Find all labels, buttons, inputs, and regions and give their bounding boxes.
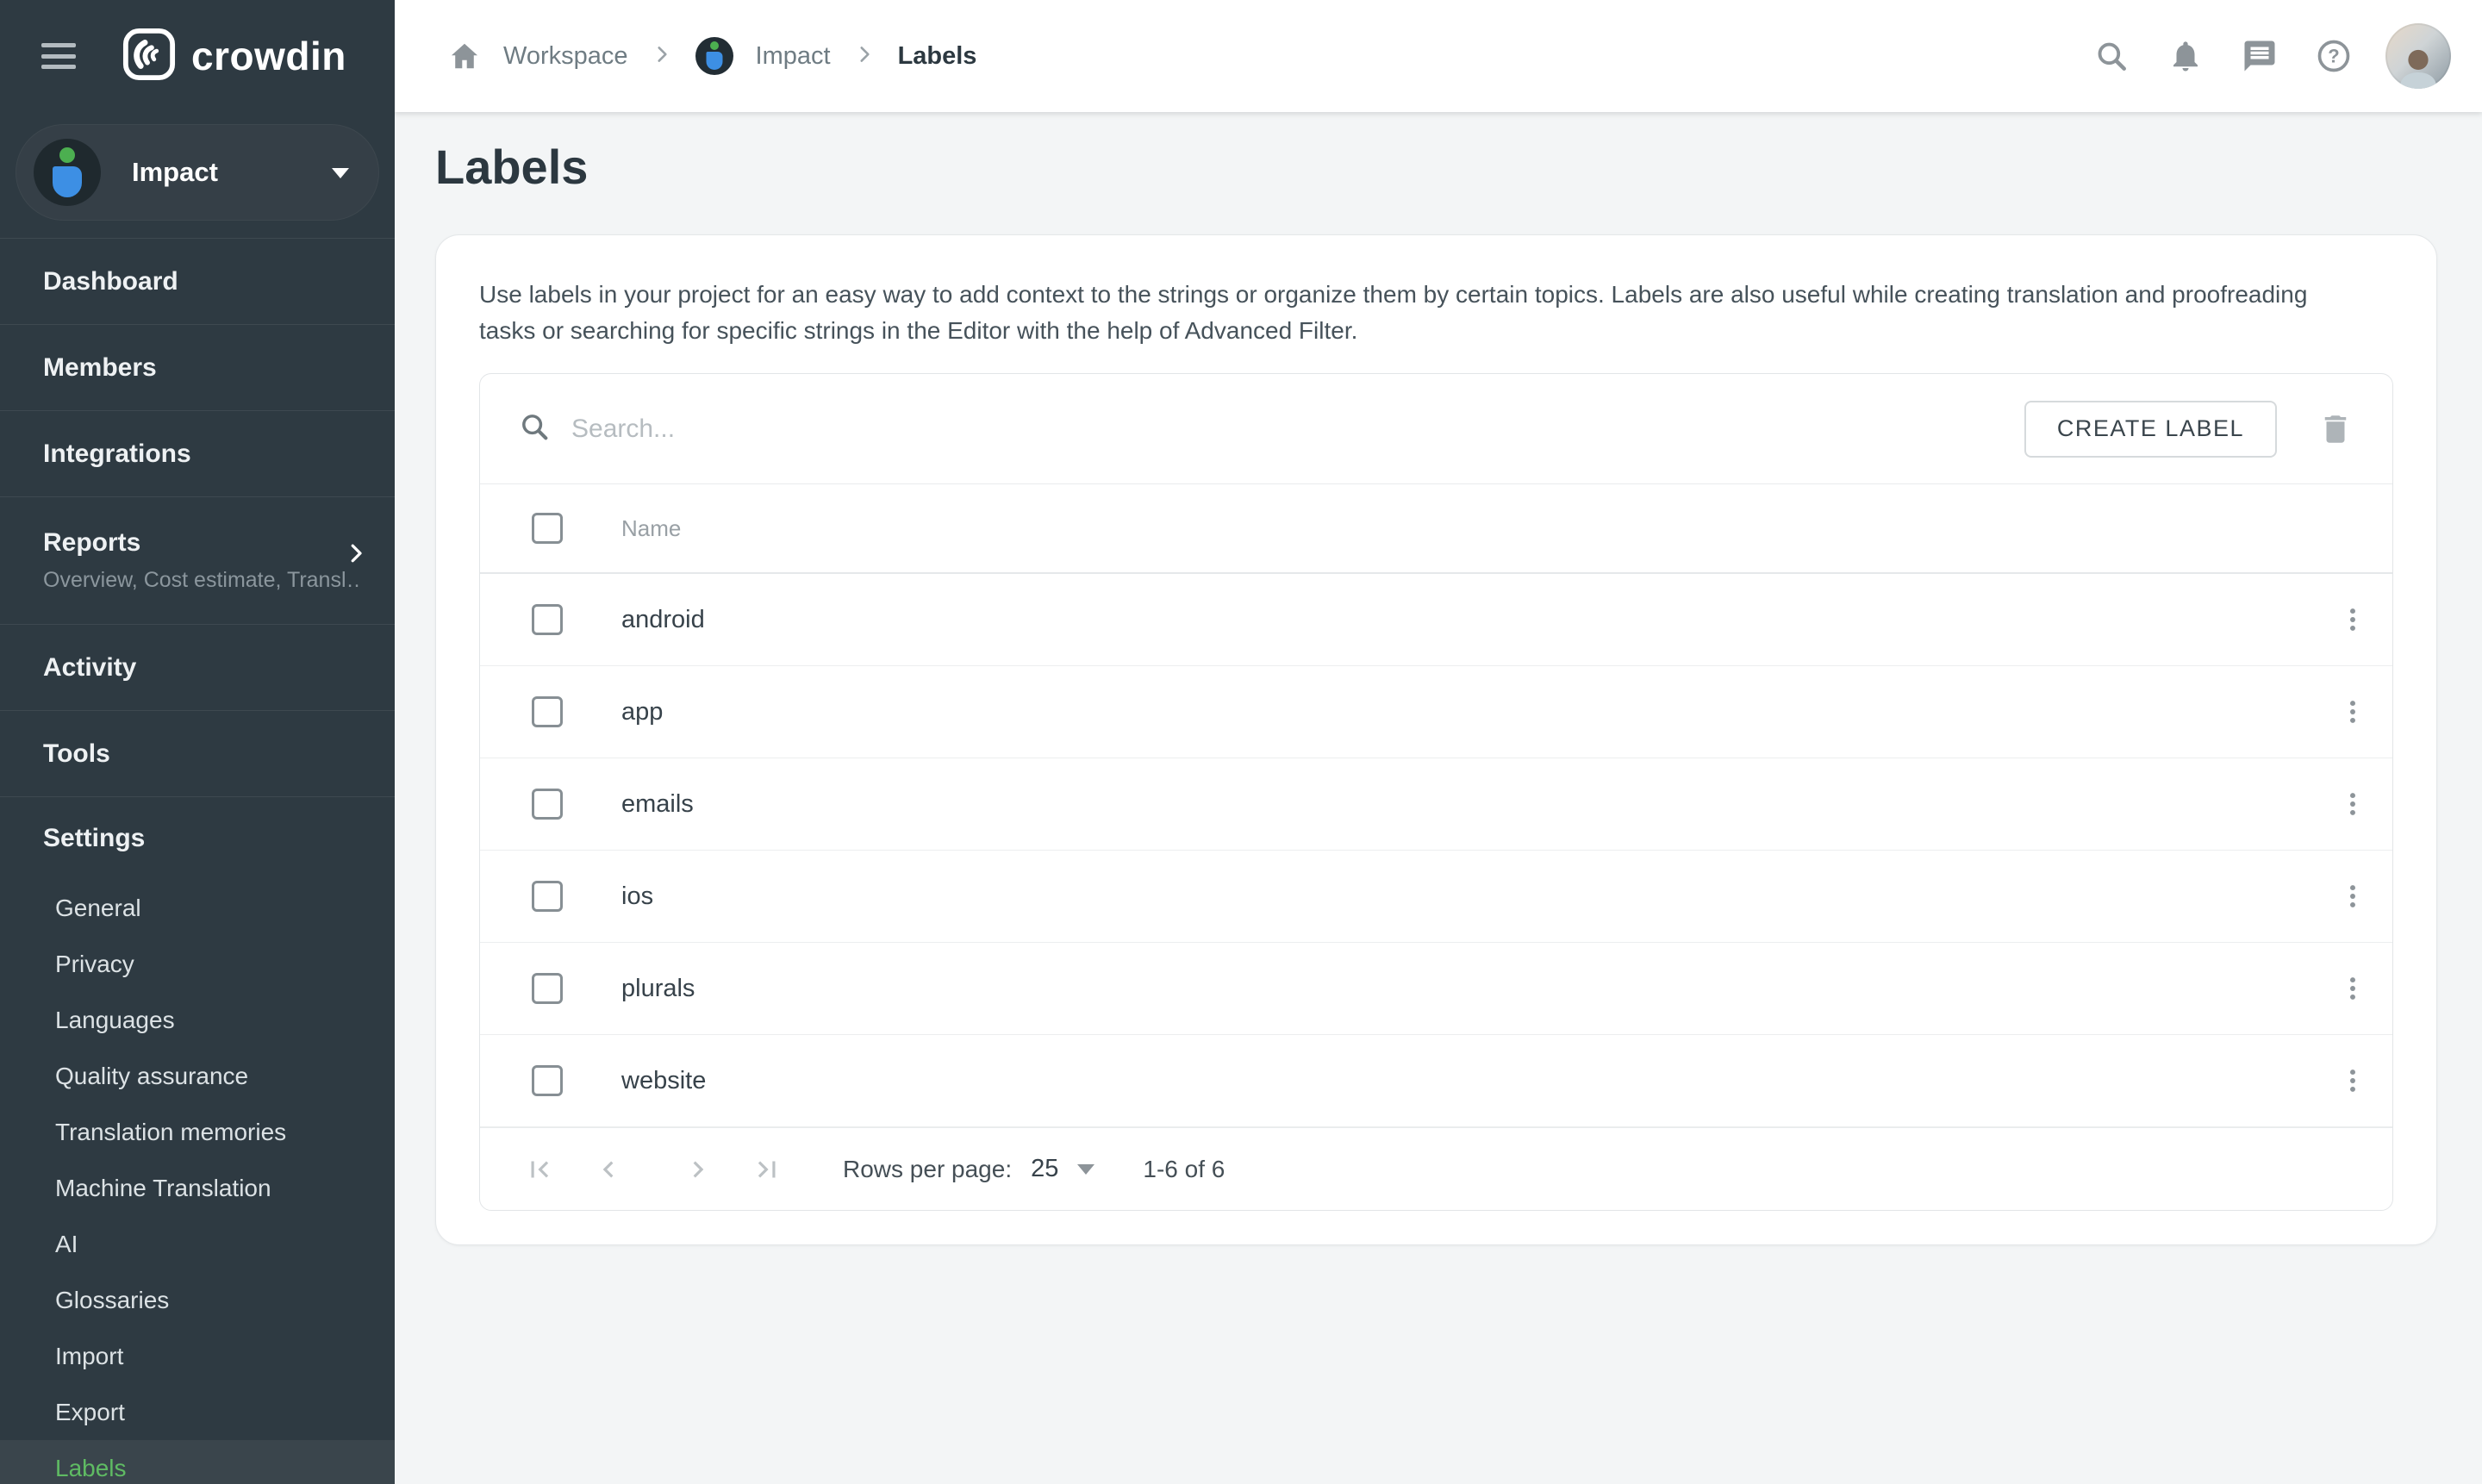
breadcrumb: Workspace Impact Labels (448, 37, 976, 75)
table-row: emails (480, 758, 2392, 851)
main-content: Labels Use labels in your project for an… (395, 112, 2482, 1484)
svg-text:?: ? (2328, 46, 2339, 67)
pagination: Rows per page: 25 1-6 of 6 (480, 1127, 2392, 1210)
sidebar-item-general[interactable]: General (0, 880, 395, 936)
labels-toolbar: CREATE LABEL (480, 374, 2392, 484)
row-checkbox[interactable] (532, 881, 563, 912)
sidebar: crowdin Impact Dashboard Members Integra… (0, 0, 395, 1484)
breadcrumb-item-workspace[interactable]: Workspace (503, 42, 628, 71)
table-row: app (480, 666, 2392, 758)
bell-icon[interactable] (2163, 34, 2208, 78)
hamburger-menu-button[interactable] (41, 43, 76, 69)
sidebar-item-machine-translation[interactable]: Machine Translation (0, 1160, 395, 1216)
caret-down-icon (1077, 1164, 1094, 1175)
project-name: Impact (132, 157, 218, 188)
row-checkbox[interactable] (532, 696, 563, 727)
table-header: Name (480, 484, 2392, 574)
sidebar-item-glossaries[interactable]: Glossaries (0, 1272, 395, 1328)
labels-description: Use labels in your project for an easy w… (479, 277, 2358, 349)
label-name: website (621, 1067, 2329, 1095)
row-menu-icon[interactable] (2329, 688, 2377, 736)
sidebar-item-members[interactable]: Members (0, 325, 395, 411)
sidebar-item-export[interactable]: Export (0, 1384, 395, 1440)
chat-icon[interactable] (2237, 34, 2282, 78)
trash-icon[interactable] (2313, 407, 2358, 452)
row-menu-icon[interactable] (2329, 872, 2377, 920)
rows-per-page-label: Rows per page: (843, 1156, 1012, 1183)
row-menu-icon[interactable] (2329, 1057, 2377, 1105)
chevron-right-icon (651, 43, 673, 70)
home-icon[interactable] (448, 40, 481, 72)
sidebar-nav: Dashboard Members Integrations Reports O… (0, 238, 395, 1484)
breadcrumb-item-project[interactable]: Impact (756, 42, 831, 71)
sidebar-item-privacy[interactable]: Privacy (0, 936, 395, 992)
sidebar-section-settings[interactable]: Settings (0, 797, 395, 880)
project-switcher[interactable]: Impact (16, 124, 379, 221)
row-menu-icon[interactable] (2329, 595, 2377, 644)
sidebar-header: crowdin (0, 0, 395, 112)
pagination-range: 1-6 of 6 (1143, 1156, 1225, 1183)
table-row: ios (480, 851, 2392, 943)
label-name: ios (621, 882, 2329, 911)
chevron-right-icon (343, 540, 369, 571)
sidebar-item-activity[interactable]: Activity (0, 625, 395, 711)
topbar-actions: ? (2089, 23, 2451, 89)
breadcrumb-item-current: Labels (898, 42, 977, 71)
column-header-name: Name (621, 515, 681, 542)
search-field (518, 410, 2024, 447)
topbar: Workspace Impact Labels (395, 0, 2482, 112)
first-page-icon[interactable] (521, 1150, 558, 1188)
row-checkbox[interactable] (532, 789, 563, 820)
label-name: app (621, 698, 2329, 726)
sidebar-item-dashboard[interactable]: Dashboard (0, 239, 395, 325)
sidebar-item-integrations[interactable]: Integrations (0, 411, 395, 497)
search-icon[interactable] (2089, 34, 2134, 78)
next-page-icon[interactable] (679, 1150, 717, 1188)
sidebar-item-quality-assurance[interactable]: Quality assurance (0, 1048, 395, 1104)
sidebar-item-translation-memories[interactable]: Translation memories (0, 1104, 395, 1160)
label-name: plurals (621, 975, 2329, 1003)
select-all-checkbox[interactable] (532, 513, 563, 544)
crowdin-app: crowdin Impact Dashboard Members Integra… (0, 0, 2482, 1484)
row-menu-icon[interactable] (2329, 964, 2377, 1013)
row-menu-icon[interactable] (2329, 780, 2377, 828)
crowdin-logo: crowdin (122, 28, 346, 85)
search-icon (518, 410, 551, 447)
page-title: Labels (435, 138, 2437, 196)
help-icon[interactable]: ? (2311, 34, 2356, 78)
rows-per-page-select[interactable]: 25 (1031, 1155, 1094, 1183)
table-row: android (480, 574, 2392, 666)
create-label-button[interactable]: CREATE LABEL (2024, 401, 2277, 458)
crowdin-wordmark: crowdin (191, 33, 346, 79)
row-checkbox[interactable] (532, 604, 563, 635)
labels-card: Use labels in your project for an easy w… (435, 234, 2437, 1245)
sidebar-item-ai[interactable]: AI (0, 1216, 395, 1272)
row-checkbox[interactable] (532, 973, 563, 1004)
row-checkbox[interactable] (532, 1065, 563, 1096)
user-avatar[interactable] (2385, 23, 2451, 89)
label-name: emails (621, 790, 2329, 819)
sidebar-item-import[interactable]: Import (0, 1328, 395, 1384)
sidebar-item-languages[interactable]: Languages (0, 992, 395, 1048)
last-page-icon[interactable] (748, 1150, 786, 1188)
project-logo (34, 139, 101, 206)
sidebar-item-labels[interactable]: Labels (0, 1440, 395, 1484)
search-input[interactable] (570, 414, 2024, 445)
reports-sublabel: Overview, Cost estimate, Transl… (43, 568, 362, 593)
label-name: android (621, 606, 2329, 634)
crowdin-logo-icon (122, 28, 176, 85)
previous-page-icon[interactable] (589, 1150, 627, 1188)
chevron-down-icon (332, 168, 349, 178)
labels-panel: CREATE LABEL Name android (479, 373, 2393, 1211)
sidebar-item-reports[interactable]: Reports Overview, Cost estimate, Transl… (0, 497, 395, 625)
sidebar-item-tools[interactable]: Tools (0, 711, 395, 797)
table-row: website (480, 1035, 2392, 1127)
project-logo-small (695, 37, 733, 75)
table-row: plurals (480, 943, 2392, 1035)
chevron-right-icon (853, 43, 876, 70)
